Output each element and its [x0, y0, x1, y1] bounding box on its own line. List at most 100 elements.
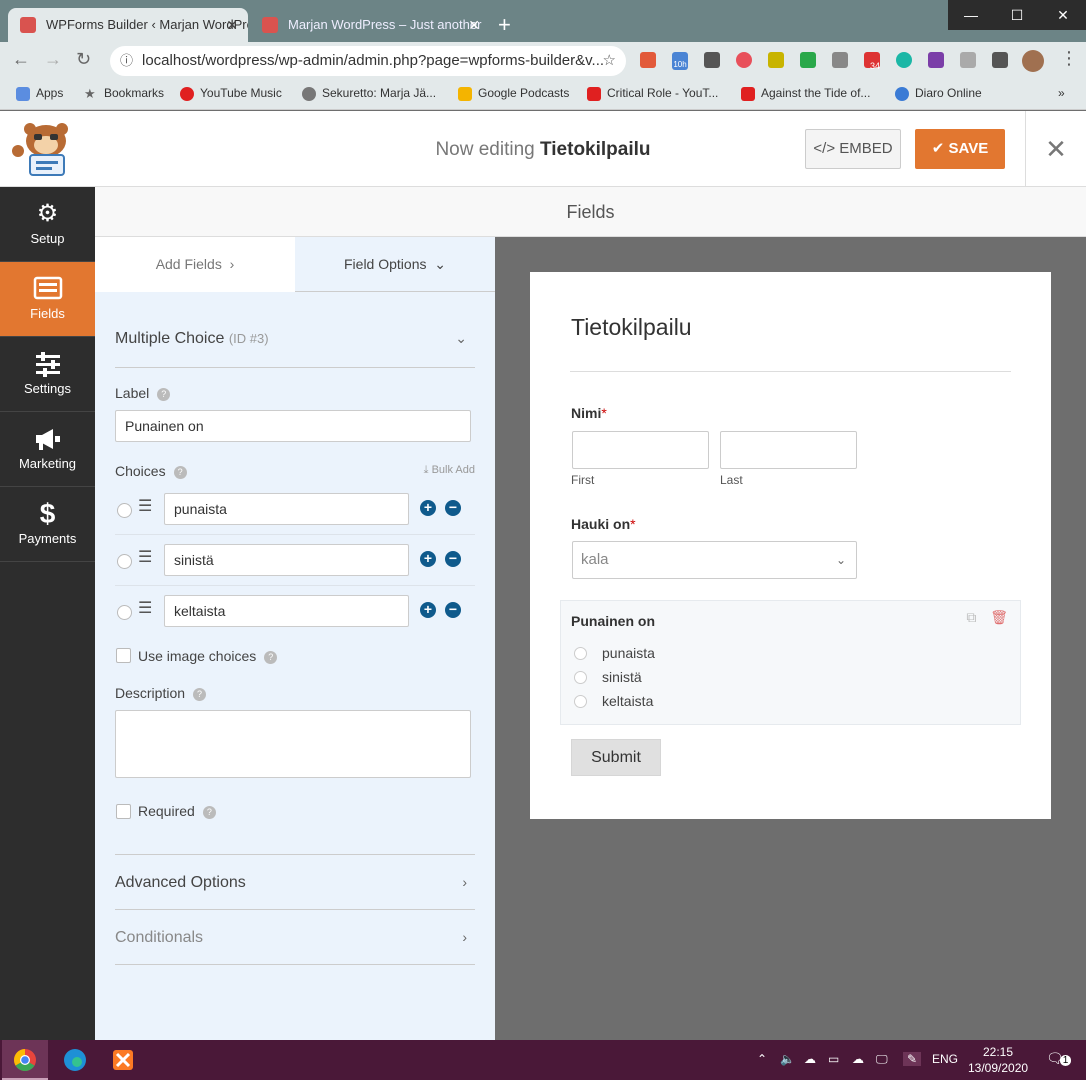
forward-arrow-icon[interactable]: → — [44, 49, 62, 70]
drag-handle-icon[interactable]: ☰ — [138, 550, 152, 566]
back-arrow-icon[interactable]: ← — [12, 49, 30, 70]
volume-icon[interactable]: 🔈 — [780, 1052, 795, 1066]
address-bar[interactable]: ⓘ localhost/wordpress/wp-admin/admin.php… — [110, 46, 626, 76]
save-button[interactable]: ✔ SAVE — [915, 129, 1005, 169]
add-choice-icon[interactable]: + — [420, 602, 436, 618]
minimize-button[interactable]: — — [948, 0, 994, 30]
taskbar-xampp[interactable] — [100, 1040, 146, 1080]
network-icon[interactable]: 🖵 — [876, 1052, 888, 1067]
extension-calendar-icon[interactable]: 10h — [672, 52, 688, 70]
extension-colors-icon[interactable] — [640, 52, 656, 68]
bulk-add-link[interactable]: ⤓ Bulk Add — [424, 464, 475, 477]
bookmark-youtube-music[interactable]: YouTube Music — [180, 86, 282, 101]
mc-radio[interactable] — [574, 647, 587, 660]
extension-note-icon[interactable] — [768, 52, 784, 68]
browser-tab-wpforms[interactable]: WPForms Builder ‹ Marjan WordPress ✕ — [8, 8, 248, 42]
browser-tab-wordpress[interactable]: Marjan WordPress – Just another ✕ — [250, 8, 490, 42]
bookmark-google-podcasts[interactable]: Google Podcasts — [458, 86, 569, 101]
first-name-input[interactable] — [572, 431, 709, 469]
tab-close-icon[interactable]: ✕ — [226, 8, 238, 42]
extension-diamond-icon[interactable] — [832, 52, 848, 68]
pen-icon[interactable]: ✎ — [903, 1052, 922, 1066]
help-icon[interactable]: ? — [157, 388, 171, 401]
site-info-icon[interactable]: ⓘ — [120, 46, 133, 76]
trash-icon[interactable]: 🗑 — [990, 609, 1008, 625]
language-indicator[interactable]: ENG — [932, 1052, 958, 1066]
tab-close-icon[interactable]: ✕ — [468, 8, 480, 42]
help-icon[interactable]: ? — [202, 806, 216, 819]
drag-handle-icon[interactable]: ☰ — [138, 601, 152, 617]
extension-check-icon[interactable] — [800, 52, 816, 68]
mc-radio[interactable] — [574, 671, 587, 684]
add-choice-icon[interactable]: + — [420, 500, 436, 516]
label-input[interactable]: Punainen on — [115, 410, 471, 442]
drag-handle-icon[interactable]: ☰ — [138, 499, 152, 515]
help-icon[interactable]: ? — [264, 651, 278, 664]
system-clock[interactable]: 22:15 13/09/2020 — [968, 1044, 1028, 1076]
choice-default-radio[interactable] — [117, 554, 132, 569]
notifications-icon[interactable]: 🗨1 — [1046, 1050, 1072, 1067]
extension-lightbulb-icon[interactable] — [704, 52, 720, 68]
sidebar-item-marketing[interactable]: Marketing — [0, 412, 95, 487]
help-icon[interactable]: ? — [193, 688, 207, 701]
description-textarea[interactable] — [115, 710, 471, 778]
new-tab-button[interactable]: + — [498, 12, 511, 38]
name-field-label[interactable]: Nimi* — [571, 405, 607, 421]
extension-m-icon[interactable] — [896, 52, 912, 68]
hauki-select[interactable]: kala ⌄ — [572, 541, 857, 579]
taskbar-edge[interactable] — [52, 1040, 98, 1080]
tray-chevron-up-icon[interactable]: ⌃ — [757, 1052, 767, 1066]
choice-input[interactable]: punaista — [164, 493, 409, 525]
submit-button[interactable]: Submit — [571, 739, 661, 776]
tab-field-options[interactable]: Field Options ⌄ — [295, 237, 495, 292]
remove-choice-icon[interactable]: − — [445, 602, 461, 618]
profile-avatar[interactable] — [1022, 50, 1044, 72]
advanced-options-toggle[interactable]: Advanced Options — [115, 874, 246, 892]
bookmark-sekuretto[interactable]: Sekuretto: Marja Jä... — [302, 86, 436, 101]
extension-todoist-icon[interactable]: 34 — [864, 52, 880, 71]
onedrive-icon[interactable]: ☁ — [804, 1052, 816, 1066]
bookmark-against-the-tide[interactable]: Against the Tide of... — [741, 86, 870, 101]
help-icon[interactable]: ? — [173, 466, 187, 479]
window-close-button[interactable]: ✕ — [1040, 0, 1086, 30]
bookmark-apps[interactable]: Apps — [16, 86, 63, 101]
extensions-puzzle-icon[interactable] — [992, 52, 1008, 68]
sidebar-item-payments[interactable]: $ Payments — [0, 487, 95, 562]
maximize-button[interactable]: ☐ — [994, 0, 1040, 30]
tab-add-fields[interactable]: Add Fields › — [95, 237, 295, 292]
sidebar-item-settings[interactable]: Settings — [0, 337, 95, 412]
extension-shield-icon[interactable] — [960, 52, 976, 68]
choice-default-radio[interactable] — [117, 605, 132, 620]
required-checkbox[interactable] — [116, 804, 131, 819]
close-builder-button[interactable]: ✕ — [1025, 111, 1086, 187]
bookmark-diaro[interactable]: Diaro Online — [895, 86, 982, 101]
add-choice-icon[interactable]: + — [420, 551, 436, 567]
bookmark-critical-role[interactable]: Critical Role - YouT... — [587, 86, 718, 101]
mc-radio[interactable] — [574, 695, 587, 708]
select-field-label[interactable]: Hauki on* — [571, 516, 636, 532]
choice-input[interactable]: sinistä — [164, 544, 409, 576]
duplicate-icon[interactable]: ⧉ — [966, 609, 976, 625]
collapse-chevron-icon[interactable]: ⌄ — [455, 330, 467, 347]
conditionals-toggle[interactable]: Conditionals — [115, 929, 203, 947]
reload-icon[interactable]: ↻ — [76, 49, 91, 70]
bookmark-star-icon[interactable]: ☆ — [603, 46, 616, 76]
choice-default-radio[interactable] — [117, 503, 132, 518]
remove-choice-icon[interactable]: − — [445, 500, 461, 516]
extension-onenote-icon[interactable] — [928, 52, 944, 68]
chevron-right-icon[interactable]: › — [462, 874, 467, 890]
sidebar-item-setup[interactable]: ⚙ Setup — [0, 187, 95, 262]
battery-icon[interactable]: ▭ — [828, 1052, 839, 1066]
choice-input[interactable]: keltaista — [164, 595, 409, 627]
last-name-input[interactable] — [720, 431, 857, 469]
bookmark-bookmarks[interactable]: ★ Bookmarks — [84, 86, 164, 100]
taskbar-chrome[interactable] — [2, 1040, 48, 1080]
bookmarks-more[interactable]: » — [1040, 86, 1065, 100]
field-type-heading[interactable]: Multiple Choice (ID #3) — [115, 330, 269, 348]
remove-choice-icon[interactable]: − — [445, 551, 461, 567]
sidebar-item-fields[interactable]: Fields — [0, 262, 95, 337]
browser-menu-icon[interactable]: ⋮ — [1060, 48, 1078, 69]
cloud-upload-icon[interactable]: ☁ — [852, 1052, 864, 1066]
use-image-choices-checkbox[interactable] — [116, 648, 131, 663]
extension-record-icon[interactable] — [736, 52, 752, 68]
